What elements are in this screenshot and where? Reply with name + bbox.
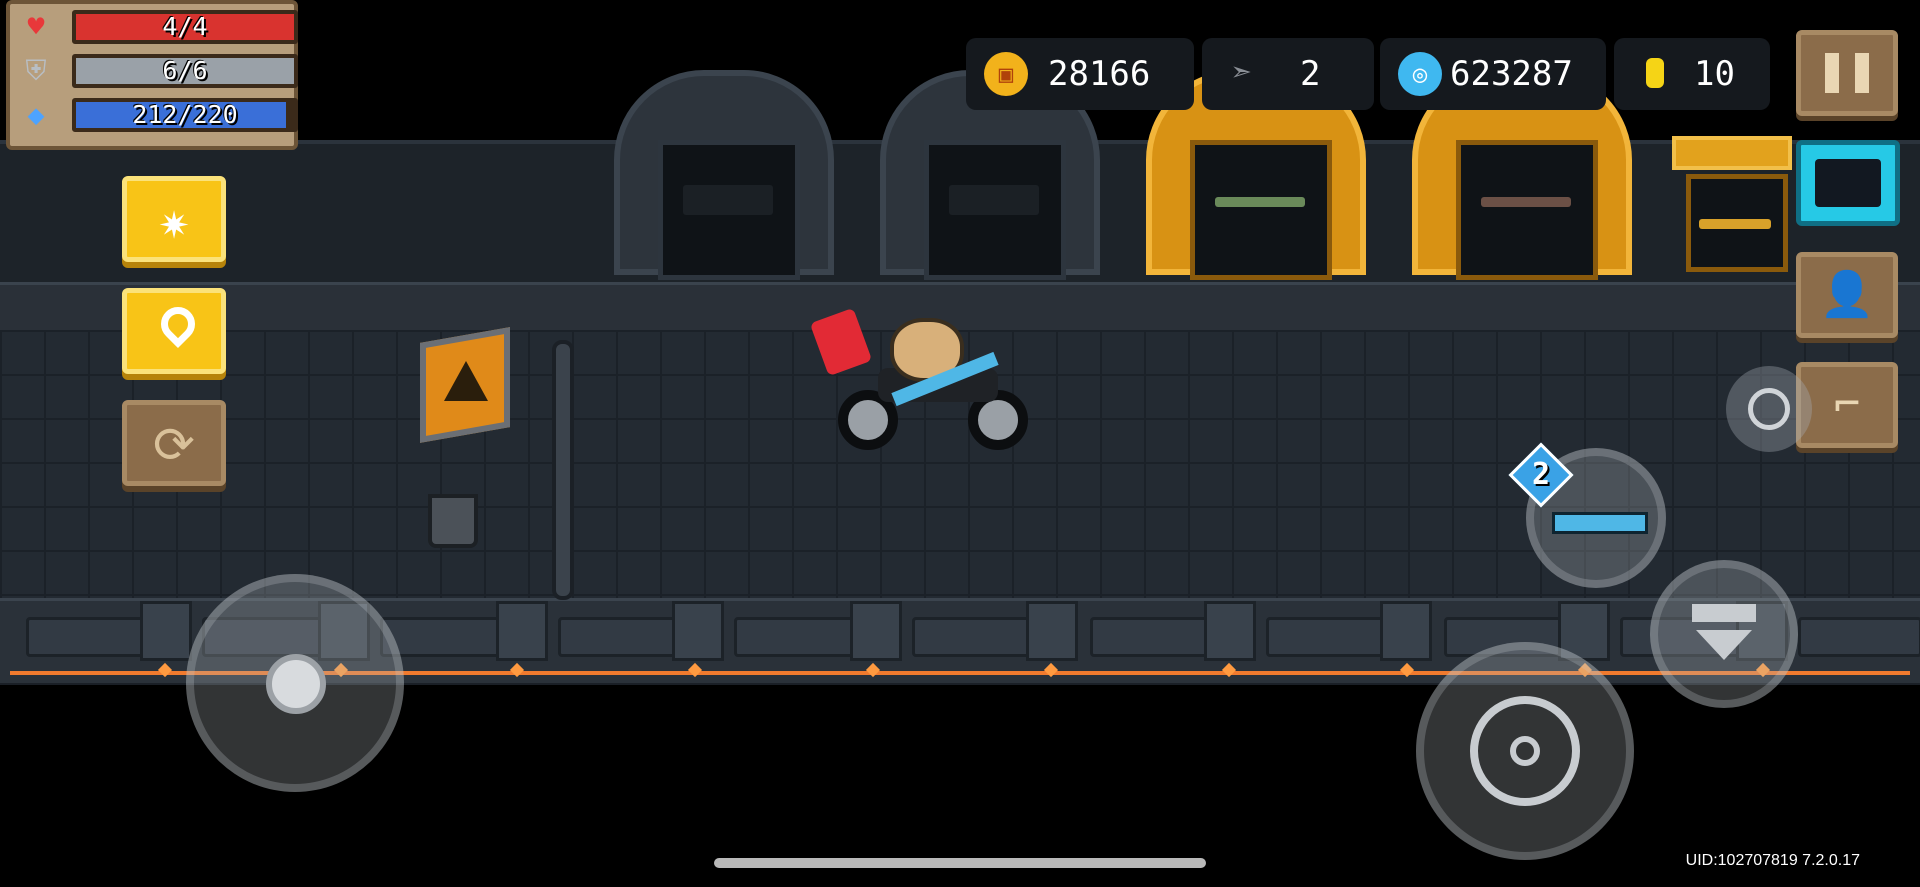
skill-button[interactable]: [1650, 560, 1798, 708]
rifle-icon: [1552, 512, 1648, 534]
coin-icon: ▣: [984, 52, 1028, 96]
chat-bot-button[interactable]: [1796, 140, 1900, 226]
energy-cost-value: 2: [1531, 457, 1551, 492]
switch-character-button[interactable]: ⟳: [122, 400, 226, 486]
stairs-icon: ⌐: [1833, 379, 1861, 430]
attack-button[interactable]: [1416, 642, 1634, 860]
gem-counter: ◎ 623287: [1380, 38, 1606, 110]
gold-value: 10: [1694, 54, 1735, 94]
player-character: [809, 307, 1058, 468]
map-button[interactable]: [122, 288, 226, 374]
health-row: ♥ 4/4: [18, 10, 298, 44]
fish-value: 2: [1300, 54, 1321, 94]
shield-icon: ⛨: [25, 54, 47, 87]
gem-icon: ◎: [1398, 52, 1442, 96]
rifle-weapon-icon: [1481, 197, 1571, 207]
mop-bucket: [428, 494, 478, 548]
emote-button[interactable]: [1726, 366, 1812, 452]
star-icon: ✷: [158, 192, 190, 250]
smiley-icon: [1748, 388, 1790, 430]
diamond-icon: ◆: [27, 98, 45, 131]
energy-text: 212/220: [132, 100, 238, 129]
pause-icon: [1825, 53, 1869, 93]
location-pin-icon: [153, 299, 203, 349]
down-arrow-icon: [1692, 604, 1756, 622]
heart-icon: ♥: [27, 10, 45, 43]
joystick-knob[interactable]: [266, 654, 326, 714]
profile-button[interactable]: 👤: [1796, 252, 1898, 338]
gem-value: 623287: [1450, 54, 1573, 94]
warning-sign: [420, 327, 510, 445]
health-text: 4/4: [162, 12, 208, 41]
switch-character-icon: ⟳: [153, 416, 195, 474]
warning-icon: [444, 361, 488, 401]
crosshair-icon: [1470, 696, 1580, 806]
chat-bot-icon: [1815, 159, 1881, 207]
weapon-gate-sniper[interactable]: [1672, 130, 1792, 272]
staff-weapon-icon: [1215, 197, 1305, 207]
buff-button[interactable]: ✷: [122, 176, 226, 262]
red-flag: [809, 307, 873, 377]
gold-counter: 10: [1614, 38, 1770, 110]
locked-weapon-gate-1[interactable]: [614, 70, 834, 280]
armor-row: ⛨ 6/6: [18, 54, 298, 88]
armor-text: 6/6: [162, 56, 208, 85]
energy-row: ◆ 212/220: [18, 98, 298, 132]
fish-counter: ➣ 2: [1202, 38, 1374, 110]
move-joystick[interactable]: [186, 574, 404, 792]
uid-label: UID:102707819 7.2.0.17: [1685, 852, 1860, 869]
player-stats-panel: ♥ 4/4 ⛨ 6/6 ◆ 212/220: [6, 0, 298, 150]
coin-value: 28166: [1048, 54, 1151, 94]
metal-pole: [552, 340, 574, 600]
home-indicator[interactable]: [714, 858, 1206, 868]
coin-counter: ▣ 28166: [966, 38, 1194, 110]
pause-button[interactable]: [1796, 30, 1898, 116]
gold-bar-icon: [1646, 58, 1664, 88]
sniper-weapon-icon: [1699, 219, 1771, 229]
fish-icon: ➣: [1231, 53, 1253, 94]
profile-card-icon: 👤: [1819, 269, 1875, 320]
